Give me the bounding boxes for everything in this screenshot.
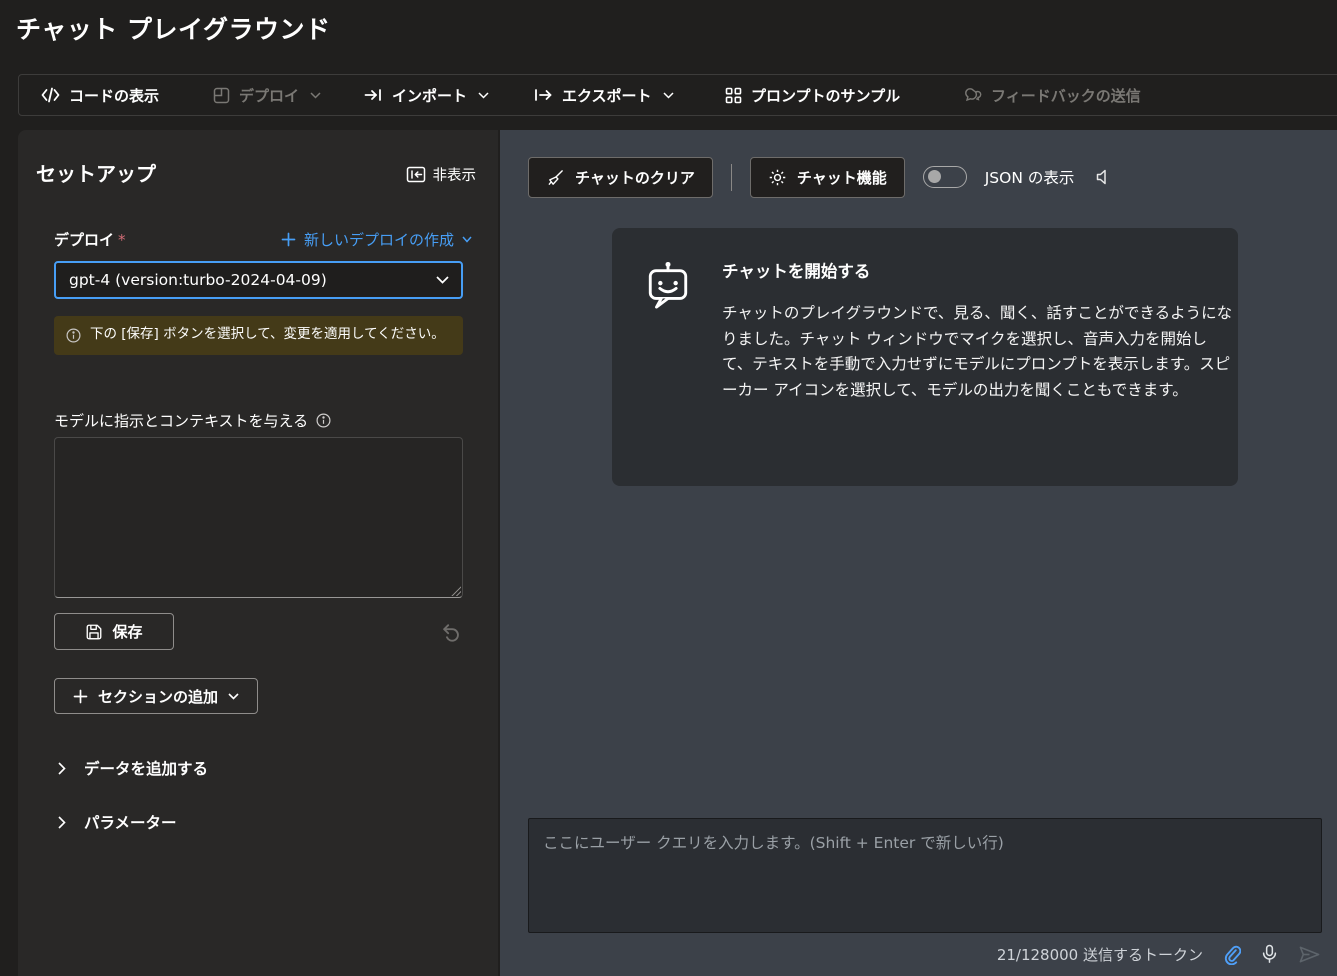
import-label: インポート: [392, 85, 467, 106]
send-feedback-label: フィードバックの送信: [991, 85, 1141, 106]
deploy-button[interactable]: デプロイ: [213, 75, 321, 115]
export-button[interactable]: エクスポート: [534, 75, 674, 115]
command-bar: コードの表示 デプロイ インポート エクスポート: [18, 74, 1337, 116]
chevron-down-icon: [436, 276, 449, 284]
chevron-right-icon: [58, 762, 66, 775]
info-icon: [66, 326, 81, 345]
deployment-label: デプロイ: [54, 229, 114, 250]
deployment-select[interactable]: gpt-4 (version:turbo-2024-04-09): [54, 261, 463, 299]
deploy-label: デプロイ: [239, 85, 299, 106]
required-asterisk: *: [118, 231, 126, 249]
json-toggle-label: JSON の表示: [985, 166, 1075, 188]
chat-toolbar: チャットのクリア チャット機能 JSON の表示: [528, 156, 1114, 198]
add-section-button[interactable]: セクションの追加: [54, 678, 258, 714]
token-bar: 21/128000 送信するトークン: [997, 938, 1321, 970]
feedback-icon: [964, 87, 982, 104]
export-icon: [534, 87, 553, 103]
speaker-icon[interactable]: [1094, 167, 1114, 187]
clear-chat-button[interactable]: チャットのクリア: [528, 157, 713, 198]
json-toggle[interactable]: [923, 166, 967, 188]
chat-intro-card: チャットを開始する チャットのプレイグラウンドで、見る、聞く、話すことができるよ…: [612, 228, 1238, 486]
deployment-row: デプロイ * 新しいデプロイの作成: [54, 229, 472, 250]
paperclip-icon[interactable]: [1222, 944, 1241, 965]
save-label: 保存: [112, 621, 142, 642]
prompt-samples-button[interactable]: プロンプトのサンプル: [725, 75, 900, 115]
plus-icon: [281, 232, 296, 247]
plus-icon: [73, 689, 88, 704]
deploy-icon: [213, 87, 230, 104]
save-row: 保存: [54, 613, 462, 650]
save-notice-text: 下の [保存] ボタンを選択して、変更を適用してください。: [90, 325, 445, 345]
send-feedback-button[interactable]: フィードバックの送信: [964, 75, 1141, 115]
setup-panel: セットアップ 非表示 デプロイ * 新しいデプロイの作成 gpt-4 (vers…: [18, 130, 498, 976]
hide-panel-label: 非表示: [433, 164, 477, 185]
page-title: チャット プレイグラウンド: [16, 10, 330, 46]
view-code-button[interactable]: コードの表示: [41, 75, 159, 115]
hide-panel-button[interactable]: 非表示: [406, 164, 477, 185]
import-icon: [364, 87, 383, 103]
chat-panel: チャットのクリア チャット機能 JSON の表示: [500, 130, 1337, 976]
instructions-textarea[interactable]: [54, 437, 463, 598]
chevron-down-icon: [310, 92, 321, 99]
instructions-textarea-wrap: [54, 437, 463, 598]
chat-features-button[interactable]: チャット機能: [750, 157, 905, 198]
chevron-down-icon: [478, 92, 489, 99]
create-deployment-link[interactable]: 新しいデプロイの作成: [281, 229, 472, 250]
deployment-value: gpt-4 (version:turbo-2024-04-09): [69, 271, 327, 289]
chevron-right-icon: [58, 816, 66, 829]
code-icon: [41, 87, 60, 103]
grid-icon: [725, 87, 742, 104]
intro-title: チャットを開始する: [722, 258, 1234, 282]
parameters-label: パラメーター: [84, 811, 177, 833]
instructions-label: モデルに指示とコンテキストを与える: [54, 410, 308, 431]
robot-icon: [645, 260, 691, 312]
instructions-label-row: モデルに指示とコンテキストを与える: [54, 410, 331, 431]
intro-body: チャットのプレイグラウンドで、見る、聞く、話すことができるようになりました。チャ…: [722, 301, 1234, 403]
add-section-label: セクションの追加: [98, 686, 218, 707]
add-data-label: データを追加する: [84, 757, 208, 779]
gear-icon: [768, 168, 787, 187]
undo-icon[interactable]: [439, 620, 462, 643]
microphone-icon[interactable]: [1260, 944, 1279, 965]
setup-title: セットアップ: [36, 158, 156, 187]
clear-chat-label: チャットのクリア: [575, 167, 695, 188]
collapse-panel-icon: [406, 166, 426, 183]
import-button[interactable]: インポート: [364, 75, 489, 115]
chevron-down-icon: [663, 92, 674, 99]
save-button[interactable]: 保存: [54, 613, 174, 650]
info-icon: [316, 413, 331, 428]
chevron-down-icon: [228, 693, 239, 700]
broom-icon: [546, 168, 565, 187]
view-code-label: コードの表示: [69, 85, 159, 106]
chevron-down-icon: [462, 236, 472, 243]
create-deployment-label: 新しいデプロイの作成: [304, 229, 454, 250]
save-icon: [85, 623, 103, 641]
save-notice-banner: 下の [保存] ボタンを選択して、変更を適用してください。: [54, 316, 463, 355]
prompt-samples-label: プロンプトのサンプル: [751, 85, 900, 106]
add-data-section[interactable]: データを追加する: [58, 757, 208, 779]
user-query-input[interactable]: [528, 818, 1322, 933]
export-label: エクスポート: [562, 85, 652, 106]
chat-features-label: チャット機能: [797, 167, 887, 188]
send-icon[interactable]: [1298, 944, 1321, 965]
parameters-section[interactable]: パラメーター: [58, 811, 177, 833]
token-count: 21/128000 送信するトークン: [997, 944, 1203, 965]
toolbar-divider: [731, 164, 732, 191]
